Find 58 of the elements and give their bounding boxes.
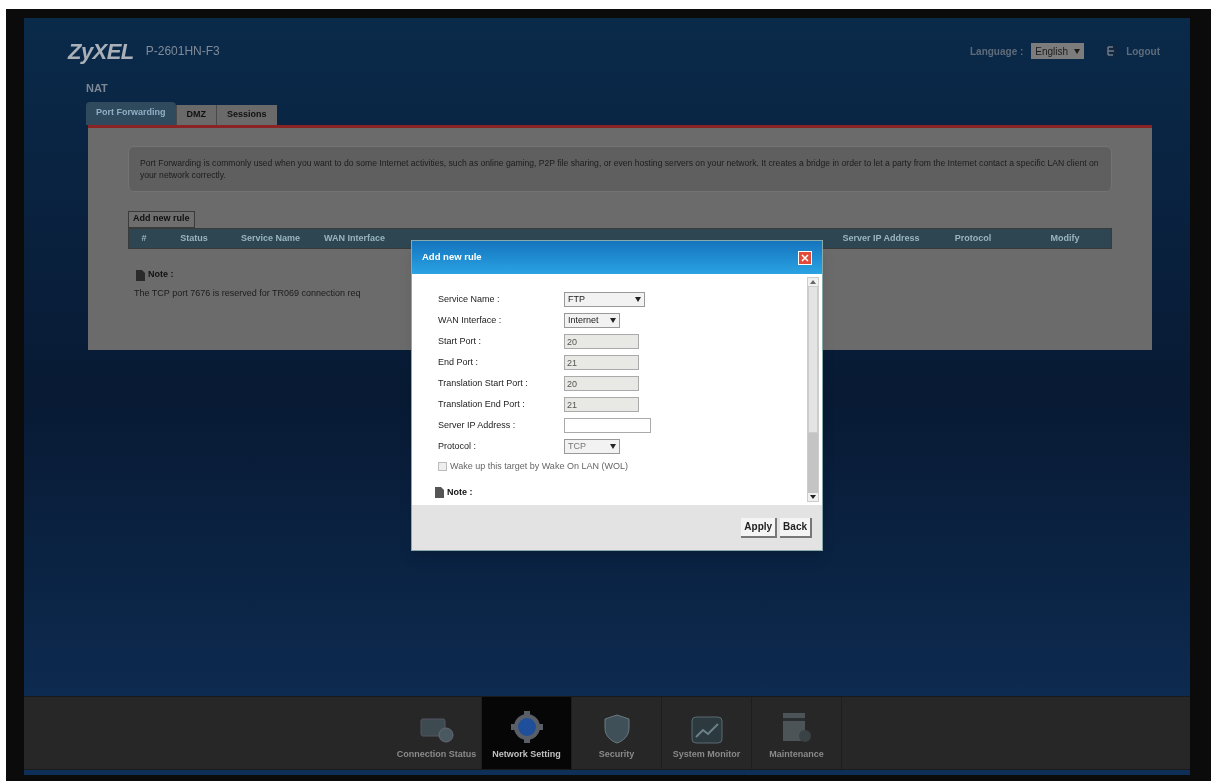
note-text: The TCP port 7676 is reserved for TR069 connection req [134,286,361,300]
field-label: Translation Start Port : [438,376,529,390]
shield-icon [603,713,630,744]
logout-icon [1104,44,1119,58]
scroll-down-icon[interactable] [810,495,816,499]
chart-monitor-icon [690,715,723,744]
tab[interactable]: DMZ [175,104,216,125]
column-header: # [140,232,148,245]
select-field[interactable]: Internet [564,313,620,328]
dialog-title: Add new rule [422,250,482,265]
close-icon [801,253,809,262]
select-field[interactable]: FTP [564,292,645,307]
caret-icon [610,318,616,323]
field-label: Service Name : [438,292,501,306]
field-label: Start Port : [438,334,482,348]
nav-item[interactable]: Maintenance [752,697,842,769]
column-header: Protocol [953,232,993,245]
scroll-up-icon[interactable] [810,280,816,284]
note-title: Note : [148,268,174,282]
close-button[interactable] [798,250,812,265]
input-field[interactable] [564,418,651,433]
dialog-button[interactable]: Back [780,517,812,538]
nav-item[interactable]: System Monitor [662,697,752,769]
caret-icon [610,444,616,449]
column-header: Server IP Address [841,232,921,245]
scrollbar-thumb[interactable] [808,433,818,493]
column-header: Status [179,232,209,245]
nav-item[interactable]: Security [572,697,662,769]
tab[interactable]: Port Forwarding [86,101,176,125]
caret-icon [635,297,641,302]
column-header: Service Name [240,232,302,245]
scrollbar[interactable] [807,277,819,502]
model-name: P-2601HN-F3 [145,43,220,60]
logout-link[interactable]: Logout [1126,43,1160,59]
language-label: Language : [969,44,1024,59]
dialog-button[interactable]: Apply [741,517,778,538]
note-icon [435,487,444,499]
brand-logo: ZyXEL [68,37,134,66]
add-rule-button[interactable]: Add new rule [128,210,195,228]
field-label: End Port : [438,355,480,369]
field-label: WAN Interface : [438,313,503,327]
nav-item[interactable]: Connection Status [392,697,482,769]
wol-label: Wake up this target by Wake On LAN (WOL) [450,459,628,473]
field-label: Protocol : [438,439,478,453]
column-header: Modify [1049,232,1081,245]
field-label: Translation End Port : [438,397,526,411]
column-header: WAN Interface [323,232,387,245]
note-icon [136,269,145,281]
monitor-globe-icon [419,715,454,744]
gear-icon [509,709,544,744]
caret-icon [1074,48,1081,54]
note-title: Note : [447,486,473,499]
tab[interactable]: Sessions [216,104,277,125]
field-label: Server IP Address : [438,418,517,432]
language-select[interactable]: English [1031,43,1085,59]
section-title: NAT [86,81,109,96]
nav-item[interactable]: Network Setting [482,697,572,769]
toolbox-icon [781,711,812,744]
